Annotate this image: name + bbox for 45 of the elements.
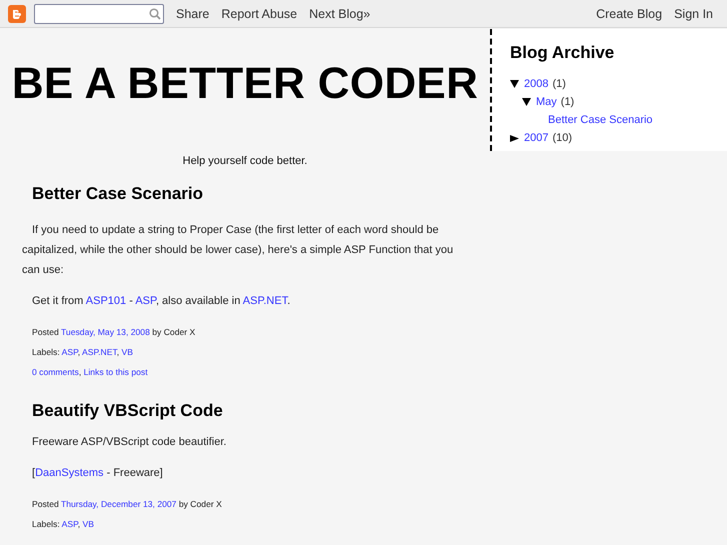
link[interactable]: Links to this post (84, 367, 148, 377)
search-icon[interactable] (149, 8, 161, 20)
link[interactable]: VB (122, 347, 133, 357)
post-paragraph: [DaanSystems - Freeware] (32, 466, 164, 481)
archive-link[interactable]: 2007 (524, 132, 548, 144)
link[interactable]: ASP (135, 295, 156, 307)
post-footer-line: Posted Thursday, December 13, 2007 by Coder X (32, 498, 223, 510)
expanded-triangle-icon[interactable] (522, 98, 531, 106)
archive-count: (1) (560, 96, 574, 108)
post-title: Better Case Scenario (32, 184, 204, 204)
link[interactable]: ASP (62, 347, 78, 357)
post-footer-line: 0 comments, Links to this post (32, 366, 149, 378)
sidebar-title: Blog Archive (510, 43, 616, 63)
archive-count: (10) (552, 132, 572, 144)
link[interactable]: ASP.NET (82, 347, 117, 357)
post-footer-line: Posted Tuesday, May 13, 2008 by Coder X (32, 326, 196, 338)
nav-link[interactable]: Create Blog (596, 6, 662, 20)
link[interactable]: Tuesday, May 13, 2008 (61, 327, 150, 337)
blog-description: Help yourself code better. (182, 155, 308, 167)
link[interactable]: ASP (62, 519, 78, 529)
post-footer-line: Labels: ASP, ASP.NET, VB (32, 346, 134, 358)
post-paragraph: Freeware ASP/VBScript code beautifier. (32, 435, 228, 450)
post-paragraph: If you need to update a string to Proper Case (the first letter of each word should be capitalized, while the other should be lower case), here's a simple ASP Function that you can use: (22, 223, 454, 278)
expanded-triangle-icon[interactable] (510, 80, 519, 88)
post-paragraph: Get it from ASP101 - ASP, also available in ASP.NET. (32, 294, 292, 309)
nav-link[interactable]: Sign In (674, 6, 713, 20)
blogger-logo-icon[interactable] (8, 4, 26, 22)
archive-link[interactable]: Better Case Scenario (548, 114, 653, 126)
archive-link[interactable]: 2008 (524, 78, 548, 90)
post-footer-line: Labels: ASP, VB (32, 518, 95, 530)
link[interactable]: Thursday, December 13, 2007 (61, 499, 176, 509)
archive-link[interactable]: May (536, 96, 557, 108)
link[interactable]: DaanSystems (35, 467, 104, 479)
search-field[interactable] (34, 4, 164, 24)
post-title: Beautify VBScript Code (32, 401, 224, 421)
link[interactable]: ASP101 (86, 295, 126, 307)
nav-link[interactable]: Next Blog» (309, 6, 370, 20)
link[interactable]: ASP.NET (242, 295, 288, 307)
nav-link[interactable]: Share (176, 6, 210, 20)
link[interactable]: 0 comments (32, 367, 79, 377)
collapsed-triangle-icon[interactable] (510, 134, 519, 142)
nav-link[interactable]: Report Abuse (221, 6, 298, 20)
archive-count: (1) (552, 78, 566, 90)
link[interactable]: VB (82, 519, 94, 529)
blog-title[interactable]: BE A BETTER CODER (0, 58, 490, 110)
